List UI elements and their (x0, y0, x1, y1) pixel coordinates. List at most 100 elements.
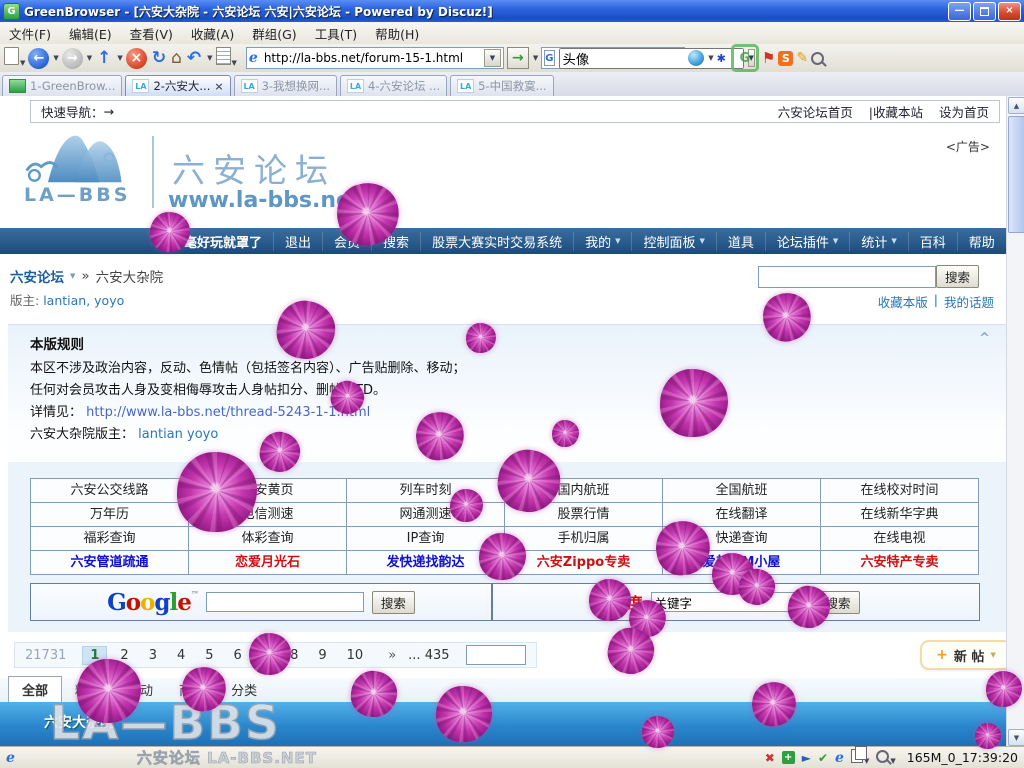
forum-nav-item[interactable]: 控制面板 ▼ (631, 232, 715, 251)
page-number[interactable]: 2 (113, 647, 135, 664)
forum-nav-item[interactable]: 百科 (908, 232, 957, 251)
scrollbar-thumb[interactable] (1008, 116, 1024, 233)
undo-button[interactable]: ↶ (185, 48, 203, 68)
quick-link-cell[interactable]: 股票行情 (505, 503, 663, 527)
baidu-search-button[interactable]: 搜索 (817, 591, 860, 614)
menu-item[interactable]: 文件(F) (0, 24, 60, 43)
ie-icon[interactable]: e (835, 750, 844, 766)
rules-mod-link[interactable]: lantian yoyo (138, 427, 218, 442)
quick-link-cell[interactable]: 体彩查询 (189, 527, 347, 551)
stop-button[interactable]: × (126, 48, 147, 69)
quick-link-cell[interactable]: 爱美MM小屋 (663, 551, 821, 575)
close-icon[interactable]: × (214, 80, 223, 93)
forum-nav-item[interactable]: 有毫好玩就罩了 (160, 232, 273, 251)
quick-nav-link[interactable]: 六安论坛首页 (778, 102, 853, 121)
quick-nav-link[interactable]: 设为首页 (939, 102, 989, 121)
forum-nav-item[interactable]: 股票大赛实时交易系统 (420, 232, 573, 251)
menu-item[interactable]: 群组(G) (243, 24, 305, 43)
quick-link-cell[interactable]: 全国航班 (663, 479, 821, 503)
greenbrowser-logo-icon[interactable]: G (731, 44, 759, 72)
collapse-icon[interactable]: ^ (979, 331, 990, 346)
check-shield-icon[interactable]: ✔ (818, 752, 828, 764)
page-number[interactable]: 8 (283, 647, 305, 664)
go-button[interactable]: → (507, 47, 529, 69)
quick-link-cell[interactable]: 列车时刻 (347, 479, 505, 503)
vertical-scrollbar[interactable]: ▲ ▼ (1006, 96, 1024, 747)
address-input[interactable] (262, 50, 480, 66)
quick-link-cell[interactable]: 国内航班 (505, 479, 663, 503)
page-number[interactable]: 5 (198, 647, 220, 664)
quick-link-cell[interactable]: 电信测速 (189, 503, 347, 527)
quick-link-cell[interactable]: 在线新华字典 (821, 503, 979, 527)
forum-nav-item[interactable]: 论坛插件 ▼ (765, 232, 849, 251)
page-number[interactable]: 6 (227, 647, 249, 664)
forum-nav-item[interactable]: 会员 (322, 232, 371, 251)
new-page-button[interactable]: ▼ (4, 47, 25, 69)
quick-link-cell[interactable]: 万年历 (31, 503, 189, 527)
flag-icon[interactable]: ⚑ (762, 49, 775, 67)
block-popup-icon[interactable]: ✖ (765, 752, 775, 764)
sogou-icon[interactable]: S (778, 51, 793, 66)
quick-link-cell[interactable]: IP查询 (347, 527, 505, 551)
chevron-down-icon[interactable]: ▼ (87, 54, 92, 62)
address-dropdown-button[interactable]: ▼ (484, 49, 501, 67)
next-page-link[interactable]: » (388, 648, 396, 663)
quick-link-cell[interactable]: 在线翻译 (663, 503, 821, 527)
menu-item[interactable]: 收藏(A) (182, 24, 243, 43)
last-page-link[interactable]: ... 435 (408, 648, 449, 663)
forum-nav-item[interactable]: 我的 ▼ (573, 232, 631, 251)
quick-link-cell[interactable]: 快递查询 (663, 527, 821, 551)
google-search-button[interactable]: 搜索 (372, 591, 415, 614)
find-icon[interactable] (811, 52, 824, 65)
page-number[interactable]: 4 (170, 647, 192, 664)
forum-nav-item[interactable]: 搜索 (371, 232, 420, 251)
pages-button[interactable]: ▼ (851, 749, 869, 766)
quick-link-cell[interactable]: 六安管道疏通 (31, 551, 189, 575)
refresh-button[interactable]: ↻ (150, 48, 168, 68)
plugin-paw-icon[interactable]: ✱ (717, 52, 726, 65)
home-button[interactable]: ⌂ (171, 48, 182, 68)
chevron-down-icon[interactable]: ▼ (533, 54, 538, 62)
form-fill-button[interactable]: ▼ (216, 47, 237, 69)
quick-link-cell[interactable]: 网通测速 (347, 503, 505, 527)
search-box[interactable]: G ▼ (541, 47, 685, 69)
quick-link-cell[interactable]: 六安特产专卖 (821, 551, 979, 575)
menu-item[interactable]: 编辑(E) (60, 24, 121, 43)
forum-nav-item[interactable]: 统计 ▼ (849, 232, 907, 251)
add-page-icon[interactable]: + (782, 751, 795, 764)
minimize-button[interactable]: — (948, 2, 971, 21)
highlight-pen-icon[interactable]: ✎ (796, 50, 808, 66)
forum-nav-item[interactable]: 帮助 (957, 232, 1006, 251)
page-number[interactable]: 3 (142, 647, 164, 664)
chevron-down-icon[interactable]: ▼ (20, 59, 25, 67)
baidu-search-input[interactable] (651, 592, 809, 612)
page-number[interactable]: 7 (255, 647, 277, 664)
moderator-link[interactable]: lantian, yoyo (43, 293, 124, 308)
page-number[interactable]: 1 (82, 646, 107, 665)
new-post-button[interactable]: + 新 帖 ▼ (920, 640, 1012, 670)
chevron-down-icon[interactable]: ▼ (207, 54, 212, 62)
chevron-down-icon[interactable]: ▼ (70, 272, 75, 280)
back-button[interactable]: ← (28, 48, 49, 69)
browser-tab[interactable]: LA 5-中国救寞... (450, 75, 553, 96)
quick-link-cell[interactable]: 在线校对时间 (821, 479, 979, 503)
forum-search-button[interactable]: 搜索 (936, 265, 979, 288)
menu-item[interactable]: 帮助(H) (366, 24, 428, 43)
chevron-down-icon[interactable]: ▼ (232, 59, 237, 67)
chevron-down-icon[interactable]: ▼ (117, 54, 122, 62)
quick-link-cell[interactable]: 六安Zippo专卖 (505, 551, 663, 575)
forum-search-input[interactable] (758, 266, 936, 288)
up-button[interactable]: ↑ (95, 48, 113, 68)
page-number[interactable]: 9 (311, 647, 333, 664)
close-button[interactable]: × (998, 2, 1021, 21)
page-number[interactable]: 10 (340, 647, 371, 664)
chevron-down-icon[interactable]: ▼ (53, 54, 58, 62)
scroll-up-button[interactable]: ▲ (1008, 97, 1024, 114)
quick-link-cell[interactable]: 手机归属 (505, 527, 663, 551)
scroll-down-button[interactable]: ▼ (1008, 729, 1024, 746)
page-jump-input[interactable] (466, 645, 526, 665)
quick-link-cell[interactable]: 恋爱月光石 (189, 551, 347, 575)
forum-nav-item[interactable]: 退出 (273, 232, 322, 251)
arrow-right-icon[interactable]: → (104, 104, 114, 119)
quick-link-cell[interactable]: 发快递找韵达 (347, 551, 505, 575)
